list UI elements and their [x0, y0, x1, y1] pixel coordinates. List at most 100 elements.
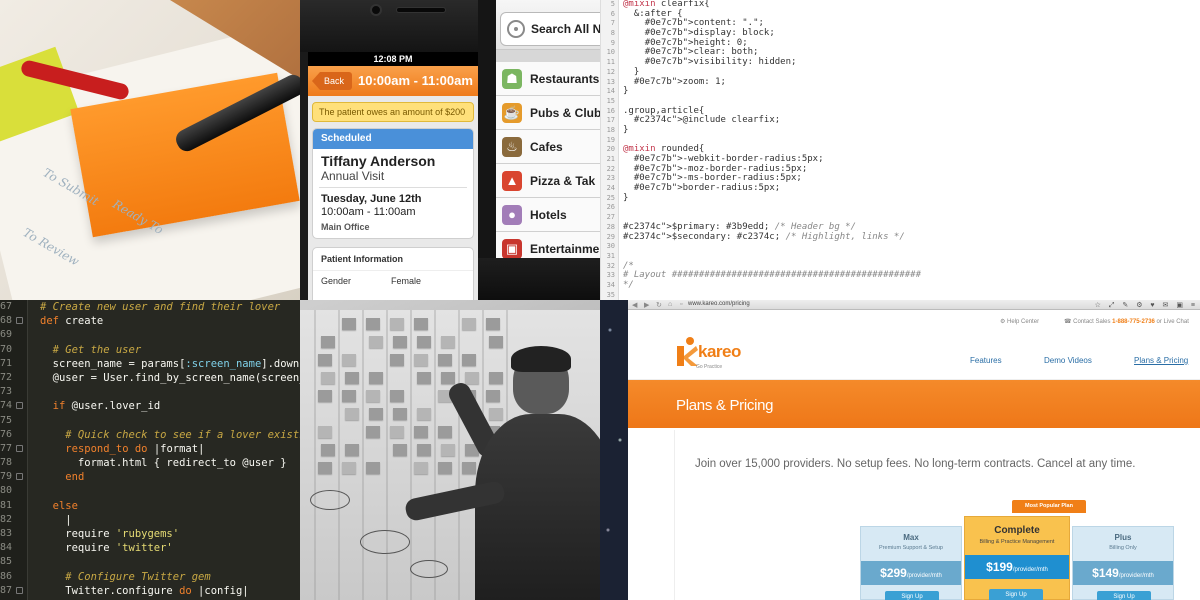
- back-arrow-icon[interactable]: ◀: [632, 301, 637, 309]
- patient-info-header: Patient Information: [321, 254, 404, 264]
- fold-toggle-icon[interactable]: [16, 444, 23, 452]
- code-area[interactable]: 67 # Create new user and find their lover…: [0, 300, 300, 598]
- sign-up-button[interactable]: Sign Up: [989, 589, 1043, 600]
- fold-toggle-icon[interactable]: [16, 317, 23, 325]
- category-label: Entertainmen: [530, 242, 600, 256]
- sign-up-button[interactable]: Sign Up: [885, 591, 939, 600]
- board-column-line: [434, 310, 436, 600]
- appointment-card[interactable]: Scheduled Tiffany Anderson Annual Visit …: [312, 128, 474, 239]
- reload-icon[interactable]: ↻: [656, 301, 662, 309]
- code-line: 82 |: [0, 513, 300, 527]
- fold-toggle-icon[interactable]: [16, 402, 23, 410]
- location-crosshair-icon: [507, 20, 525, 38]
- price-value: $299: [880, 566, 907, 580]
- sticky-note: [414, 462, 428, 474]
- search-bar: Search All N: [496, 0, 600, 50]
- fold-toggle-icon[interactable]: [16, 473, 23, 481]
- search-all-button[interactable]: Search All N: [500, 12, 600, 46]
- sticky-note: [345, 408, 359, 420]
- line-number: 73: [0, 386, 13, 398]
- space-background: [600, 300, 628, 600]
- plan-card-plus: Plus Billing Only $149/provider/mth Sign Up: [1072, 526, 1174, 600]
- category-row[interactable]: ▲ Pizza & Tak: [496, 164, 600, 198]
- line-number: 71: [0, 357, 13, 369]
- category-row[interactable]: ☗ Restaurants: [496, 62, 600, 96]
- category-row[interactable]: ▣ Entertainmen: [496, 232, 600, 258]
- list-gap: [496, 50, 600, 62]
- sticky-note: [366, 318, 380, 330]
- line-number: 85: [0, 556, 13, 568]
- sticky-note: [390, 426, 404, 438]
- code-text: @mixin rounded{: [623, 144, 705, 155]
- code-text: |: [40, 513, 72, 526]
- browser-window: ◀ ▶ ↻ ⌂ ▫ www.kareo.com/pricing ☆ ⤢ ✎ ⚙ …: [628, 300, 1200, 600]
- nav-plans-pricing[interactable]: Plans & Pricing: [1134, 356, 1188, 365]
- sticky-note: [366, 426, 380, 438]
- patient-name: Tiffany Anderson: [321, 153, 436, 169]
- plan-name: Max: [903, 533, 919, 542]
- board-column-line: [362, 310, 364, 600]
- code-text: &:after {: [623, 8, 683, 19]
- code-line: 18}: [601, 125, 1200, 136]
- line-number: 20: [606, 145, 615, 154]
- category-row[interactable]: ☕ Pubs & Club: [496, 96, 600, 130]
- help-center-link[interactable]: ⚙ Help Center: [1000, 318, 1039, 325]
- code-text: screen_name = params[:screen_name].downc…: [40, 357, 300, 370]
- code-text: @mixin clearfix{: [623, 0, 710, 9]
- code-text: .group,article{: [623, 105, 705, 116]
- sticky-note: [438, 426, 452, 438]
- code-text: # Get the user: [40, 343, 142, 356]
- code-area[interactable]: 5 @mixin clearfix{6 &:after {7 #0e7c7b">c…: [601, 0, 1200, 300]
- line-number: 76: [0, 428, 13, 440]
- status-header: Scheduled: [313, 129, 473, 149]
- patient-info-card[interactable]: Patient Information Gender Female: [312, 247, 474, 300]
- browser-toolbar: ◀ ▶ ↻ ⌂ ▫ www.kareo.com/pricing ☆ ⤢ ✎ ⚙ …: [628, 300, 1200, 310]
- line-number: 6: [610, 9, 615, 18]
- category-row[interactable]: ♨ Cafes: [496, 130, 600, 164]
- code-text: #0e7c7b">display: block;: [644, 28, 775, 39]
- line-number: 5: [610, 0, 615, 8]
- category-row[interactable]: ● Hotels: [496, 198, 600, 232]
- speaker-grille: [396, 7, 446, 13]
- code-line: 17 #c2374c">@include clearfix;: [601, 115, 1200, 126]
- code-text: #0e7c7b">visibility: hidden;: [644, 57, 797, 68]
- line-number: 32: [606, 261, 615, 270]
- plan-price: $149/provider/mth: [1073, 561, 1173, 585]
- ruby-editor: 67 # Create new user and find their lover…: [0, 300, 300, 600]
- code-line: 34 */: [601, 280, 1200, 291]
- category-list: ☗ Restaurants ☕ Pubs & Club ♨ Cafes ▲ Pizza & T…: [496, 62, 600, 258]
- code-text: require 'twitter': [40, 542, 173, 555]
- sign-up-button[interactable]: Sign Up: [1097, 591, 1151, 600]
- sticky-note: [390, 354, 404, 366]
- sticky-note: [441, 444, 455, 456]
- address-bar[interactable]: www.kareo.com/pricing: [688, 301, 750, 307]
- line-number: 13: [606, 77, 615, 86]
- code-line: 85: [0, 555, 300, 569]
- code-text: #0e7c7b">height: 0;: [644, 37, 748, 48]
- contact-sales[interactable]: ☎ Contact Sales 1-888-775-2736 or Live C…: [1064, 318, 1189, 325]
- beer-icon: ☕: [502, 103, 522, 123]
- back-button[interactable]: Back: [312, 72, 353, 90]
- sticky-note: [393, 408, 407, 420]
- code-text: def create: [40, 315, 104, 328]
- nav-features[interactable]: Features: [970, 356, 1002, 365]
- line-number: 9: [610, 38, 615, 47]
- code-line: 73: [0, 385, 300, 399]
- category-label: Cafes: [530, 140, 563, 154]
- nav-demo-videos[interactable]: Demo Videos: [1044, 356, 1092, 365]
- places-phone: Search All N ☗ Restaurants ☕ Pubs & Club ♨ Ca…: [478, 0, 600, 300]
- balance-alert[interactable]: The patient owes an amount of $200: [312, 102, 474, 122]
- code-line: 24 #0e7c7b">border-radius:5px;: [601, 183, 1200, 194]
- code-line: 30: [601, 242, 1200, 252]
- search-all-label: Search All N: [531, 22, 600, 36]
- live-chat-link[interactable]: or Live Chat: [1157, 319, 1189, 325]
- camera-icon: [370, 4, 382, 16]
- whiteboard-photo: [300, 300, 600, 600]
- code-line: 76 # Quick check to see if a lover exist…: [0, 428, 300, 442]
- home-icon[interactable]: ⌂: [668, 301, 672, 308]
- extension-icons[interactable]: ☆ ⤢ ✎ ⚙ ♥ ✉ ▣ ≡: [1095, 301, 1198, 310]
- forward-arrow-icon[interactable]: ▶: [644, 301, 649, 309]
- code-line: 26: [601, 203, 1200, 213]
- fold-toggle-icon[interactable]: [16, 586, 23, 594]
